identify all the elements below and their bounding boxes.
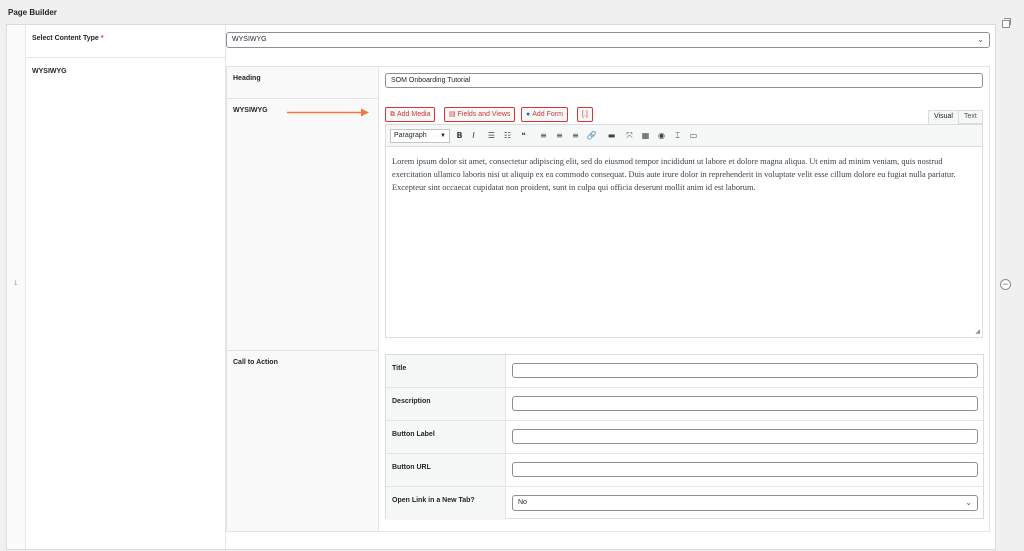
content-type-select[interactable]: WYSIWYG ⌄ <box>226 32 990 48</box>
cta-button-url-row: Button URL <box>386 454 983 487</box>
cta-new-tab-label: Open Link in a New Tab? <box>392 497 475 504</box>
row-handle[interactable]: 1 <box>7 25 26 549</box>
cta-new-tab-row: Open Link in a New Tab? No ⌄ <box>386 487 983 520</box>
editor-toolbar: Paragraph ▼ B I ☰ ☷ ❝ ≡ ≡ ≡ 🔗 ▬ ⤧ ▦ ◉ ⌶ ▭ <box>386 125 982 147</box>
remove-row-icon[interactable]: − <box>1000 279 1011 290</box>
section-label: WYSIWYG <box>32 68 67 75</box>
cta-title-input[interactable] <box>512 363 978 378</box>
media-icon: ⧉ <box>390 111 395 118</box>
add-media-label: Add Media <box>397 111 431 118</box>
read-more-icon[interactable]: ▬ <box>606 130 617 141</box>
wysiwyg-label-cell: WYSIWYG <box>227 99 379 351</box>
cta-button-label-input[interactable] <box>512 429 978 444</box>
cta-button-url-label-cell: Button URL <box>386 454 506 486</box>
page-title: Page Builder <box>8 8 57 17</box>
calendar-icon: ▤ <box>449 111 456 118</box>
content-type-value: WYSIWYG <box>232 36 267 43</box>
add-form-button[interactable]: ● Add Form <box>521 107 568 122</box>
toolbar-toggle-icon[interactable]: ▦ <box>640 130 651 141</box>
align-right-icon[interactable]: ≡ <box>570 130 581 141</box>
cta-fields-table: Title Description Button Label Button UR… <box>385 354 984 520</box>
expand-icon[interactable] <box>1002 18 1011 28</box>
cta-title-label: Title <box>392 365 407 372</box>
cta-new-tab-label-cell: Open Link in a New Tab? <box>386 487 506 520</box>
add-media-button[interactable]: ⧉ Add Media <box>385 107 436 122</box>
required-mark: * <box>100 35 104 42</box>
wysiwyg-label: WYSIWYG <box>233 107 268 114</box>
cta-button-label-label: Button Label <box>392 431 435 438</box>
cta-description-label: Description <box>392 398 431 405</box>
cta-title-row: Title <box>386 355 983 388</box>
tab-text[interactable]: Text <box>958 110 983 124</box>
cta-description-row: Description <box>386 388 983 421</box>
heading-label-cell: Heading <box>227 67 379 99</box>
arrow-annotation <box>287 108 369 117</box>
cta-title-label-cell: Title <box>386 355 506 387</box>
form-icon: ● <box>526 111 531 118</box>
add-form-label: Add Form <box>532 111 563 118</box>
row-number: 1 <box>14 281 18 287</box>
blockquote-icon[interactable]: ❝ <box>518 130 529 141</box>
bold-icon[interactable]: B <box>454 130 465 141</box>
cta-label: Call to Action <box>233 359 278 366</box>
cta-button-label-label-cell: Button Label <box>386 421 506 453</box>
fullscreen-icon[interactable]: ⤧ <box>624 130 635 141</box>
format-select[interactable]: Paragraph ▼ <box>390 129 450 143</box>
shortcode-button[interactable]: [.] <box>577 107 593 122</box>
italic-icon[interactable]: I <box>468 130 479 141</box>
link-icon[interactable]: 🔗 <box>586 130 597 141</box>
insert-icon[interactable]: ▭ <box>688 130 699 141</box>
wysiwyg-editor[interactable]: Paragraph ▼ B I ☰ ☷ ❝ ≡ ≡ ≡ 🔗 ▬ ⤧ ▦ ◉ ⌶ ▭ Lorem ipsum … <box>385 124 983 338</box>
content-type-label-text: Select Content Type <box>32 35 99 42</box>
tab-visual[interactable]: Visual <box>928 110 959 124</box>
chevron-down-icon: ⌄ <box>965 498 972 507</box>
section-label-cell: WYSIWYG <box>26 58 226 551</box>
cta-button-label-row: Button Label <box>386 421 983 454</box>
cta-button-url-label: Button URL <box>392 464 431 471</box>
content-type-label: Select Content Type * <box>32 35 103 42</box>
cta-description-input[interactable] <box>512 396 978 411</box>
cta-description-label-cell: Description <box>386 388 506 420</box>
content-type-label-cell: Select Content Type * <box>26 25 226 58</box>
cta-new-tab-value: No <box>518 499 527 506</box>
align-left-icon[interactable]: ≡ <box>538 130 549 141</box>
format-value: Paragraph <box>394 132 427 139</box>
resize-handle-icon[interactable]: ◢ <box>975 328 980 335</box>
cta-label-cell: Call to Action <box>227 351 379 531</box>
help-icon[interactable]: ◉ <box>656 130 667 141</box>
cta-new-tab-select[interactable]: No ⌄ <box>512 495 978 511</box>
chevron-down-icon: ▼ <box>440 133 446 139</box>
heading-input[interactable]: SOM Onboarding Tutorial <box>385 73 983 88</box>
align-center-icon[interactable]: ≡ <box>554 130 565 141</box>
bullet-list-icon[interactable]: ☰ <box>486 130 497 141</box>
cta-button-url-input[interactable] <box>512 462 978 477</box>
fields-and-views-label: Fields and Views <box>457 111 511 118</box>
heading-label: Heading <box>233 75 261 82</box>
chevron-down-icon: ⌄ <box>977 35 984 44</box>
numbered-list-icon[interactable]: ☷ <box>502 130 513 141</box>
fields-and-views-button[interactable]: ▤ Fields and Views <box>444 107 516 122</box>
editor-content[interactable]: Lorem ipsum dolor sit amet, consectetur … <box>392 155 974 194</box>
table-icon[interactable]: ⌶ <box>672 130 683 141</box>
